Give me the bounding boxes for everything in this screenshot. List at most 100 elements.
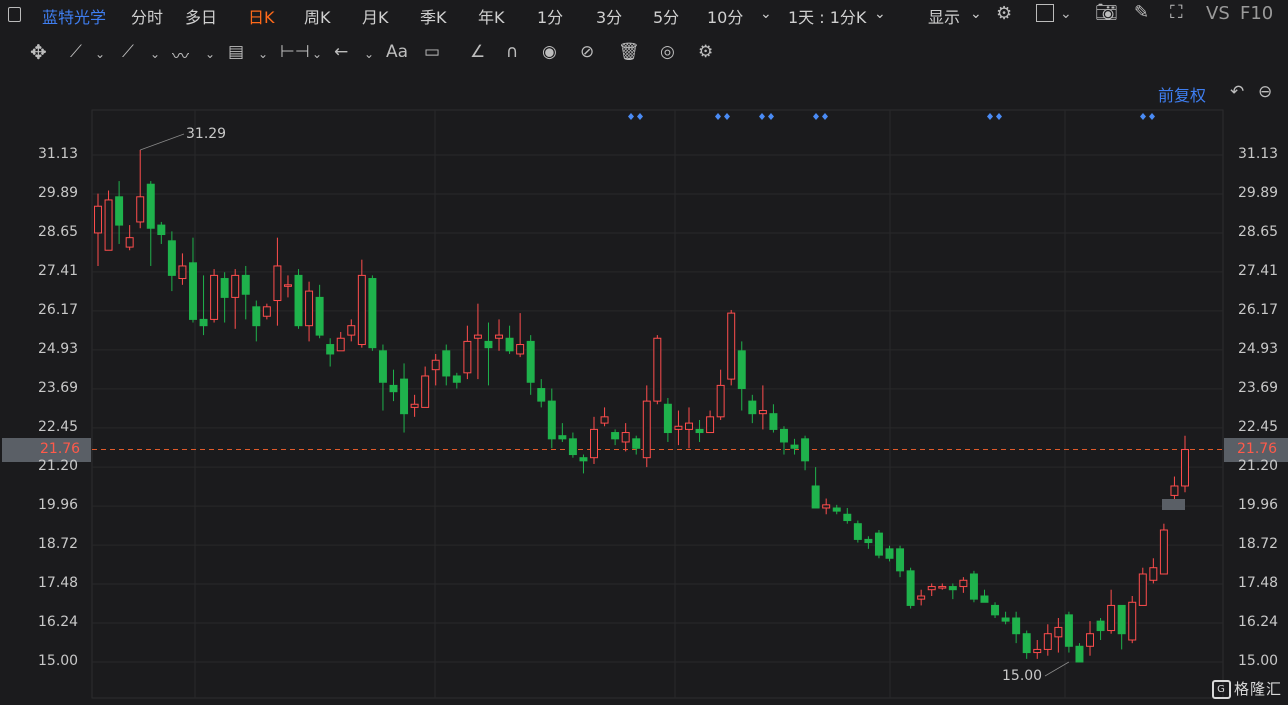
candle-body-75 (885, 548, 894, 559)
candle-body-24 (347, 325, 356, 336)
candle-body-90 (1043, 633, 1052, 650)
tooltip-marker (1162, 499, 1185, 510)
y-tick-r-0: 31.13 (1238, 146, 1279, 162)
candle-body-12 (220, 278, 229, 298)
candle-body-89 (1033, 648, 1042, 654)
candlestick-chart[interactable] (0, 0, 1288, 705)
y-tick-r-9: 19.96 (1238, 497, 1279, 514)
y-tick-r-11: 17.48 (1238, 575, 1279, 592)
candle-body-34 (452, 375, 461, 383)
signal-mark-5-0 (1140, 113, 1146, 120)
y-tick-r-12: 16.24 (1238, 614, 1279, 631)
candle-body-30 (410, 403, 419, 408)
candle-body-76 (896, 548, 905, 572)
candle-body-43 (547, 400, 556, 440)
current-price-label-right: 21.76 (1237, 441, 1278, 457)
candle-body-101 (1159, 529, 1168, 575)
y-tick-l-11: 17.48 (38, 575, 79, 592)
max-price-label: 31.29 (186, 126, 227, 142)
candle-body-77 (906, 570, 915, 606)
candle-body-38 (495, 334, 504, 339)
signal-mark-2-1 (768, 113, 774, 120)
candle-body-97 (1117, 604, 1126, 635)
y-tick-l-12: 16.24 (38, 614, 79, 631)
candle-body-58 (706, 416, 715, 434)
candle-body-80 (938, 586, 947, 589)
signal-mark-4-1 (996, 113, 1002, 120)
max-pointer-line (140, 133, 185, 151)
candle-body-8 (178, 265, 187, 280)
current-price-label-left: 21.76 (40, 441, 81, 457)
watermark-text: 格隆汇 (1234, 680, 1283, 698)
y-tick-r-8: 21.20 (1238, 458, 1279, 475)
candle-body-39 (505, 337, 514, 352)
candle-body-23 (336, 337, 345, 352)
y-tick-r-1: 29.89 (1238, 184, 1279, 201)
signal-mark-0-1 (637, 113, 643, 120)
candle-body-29 (400, 378, 409, 415)
candle-body-41 (526, 340, 535, 383)
min-price-label: 15.00 (1002, 668, 1043, 684)
candle-body-19 (294, 274, 303, 327)
candle-body-69 (822, 504, 831, 509)
candle-body-84 (980, 595, 989, 603)
candle-body-22 (326, 344, 335, 355)
candle-body-64 (769, 413, 778, 430)
candle-body-13 (231, 274, 240, 298)
candle-body-45 (568, 438, 577, 456)
y-tick-r-7: 22.45 (1238, 418, 1279, 435)
signal-mark-1-1 (724, 113, 730, 120)
candle-body-102 (1170, 485, 1179, 496)
candle-body-91 (1054, 626, 1063, 638)
y-tick-l-1: 29.89 (38, 184, 79, 201)
y-tick-r-5: 24.93 (1238, 340, 1279, 357)
candle-body-98 (1128, 601, 1137, 641)
candle-body-46 (579, 457, 588, 462)
y-tick-l-4: 26.17 (38, 301, 79, 318)
y-tick-l-9: 19.96 (38, 497, 79, 514)
candle-body-6 (157, 224, 166, 236)
candle-body-87 (1012, 617, 1021, 635)
candle-body-10 (199, 318, 208, 327)
candle-body-36 (473, 334, 482, 339)
candle-body-54 (663, 403, 672, 434)
y-tick-l-0: 31.13 (38, 146, 79, 162)
signal-mark-4-0 (987, 113, 993, 120)
candle-body-82 (959, 579, 968, 588)
candle-body-11 (210, 274, 219, 320)
signal-mark-0-0 (628, 113, 634, 120)
candle-body-53 (653, 337, 662, 402)
candle-body-70 (832, 507, 841, 512)
candle-body-52 (642, 400, 651, 459)
candle-body-21 (315, 296, 324, 336)
candle-body-100 (1149, 567, 1158, 581)
candle-body-95 (1096, 620, 1105, 632)
candle-body-31 (421, 375, 430, 408)
candle-body-73 (864, 538, 873, 544)
candle-body-51 (632, 438, 641, 449)
candle-body-47 (590, 428, 598, 459)
candle-body-60 (727, 312, 736, 380)
candle-body-27 (378, 350, 387, 383)
candle-body-78 (917, 595, 926, 600)
candle-body-94 (1086, 633, 1095, 647)
y-tick-l-13: 15.00 (38, 653, 79, 669)
candle-body-40 (516, 344, 525, 355)
candle-body-2 (115, 196, 124, 226)
candle-body-17 (273, 265, 282, 302)
candle-body-15 (252, 306, 261, 327)
signal-mark-2-0 (759, 113, 765, 120)
y-tick-l-2: 28.65 (38, 223, 79, 240)
logo-icon: G (1212, 680, 1231, 699)
candle-body-99 (1138, 573, 1147, 606)
candle-body-32 (431, 359, 440, 371)
y-tick-r-6: 23.69 (1238, 379, 1279, 396)
y-tick-r-4: 26.17 (1238, 301, 1279, 318)
candle-body-5 (146, 183, 155, 229)
y-tick-r-2: 28.65 (1238, 223, 1279, 240)
candle-body-3 (125, 237, 134, 248)
candle-body-79 (927, 586, 936, 591)
candle-body-37 (484, 340, 493, 349)
candle-body-18 (283, 284, 292, 287)
y-tick-l-3: 27.41 (38, 262, 79, 279)
